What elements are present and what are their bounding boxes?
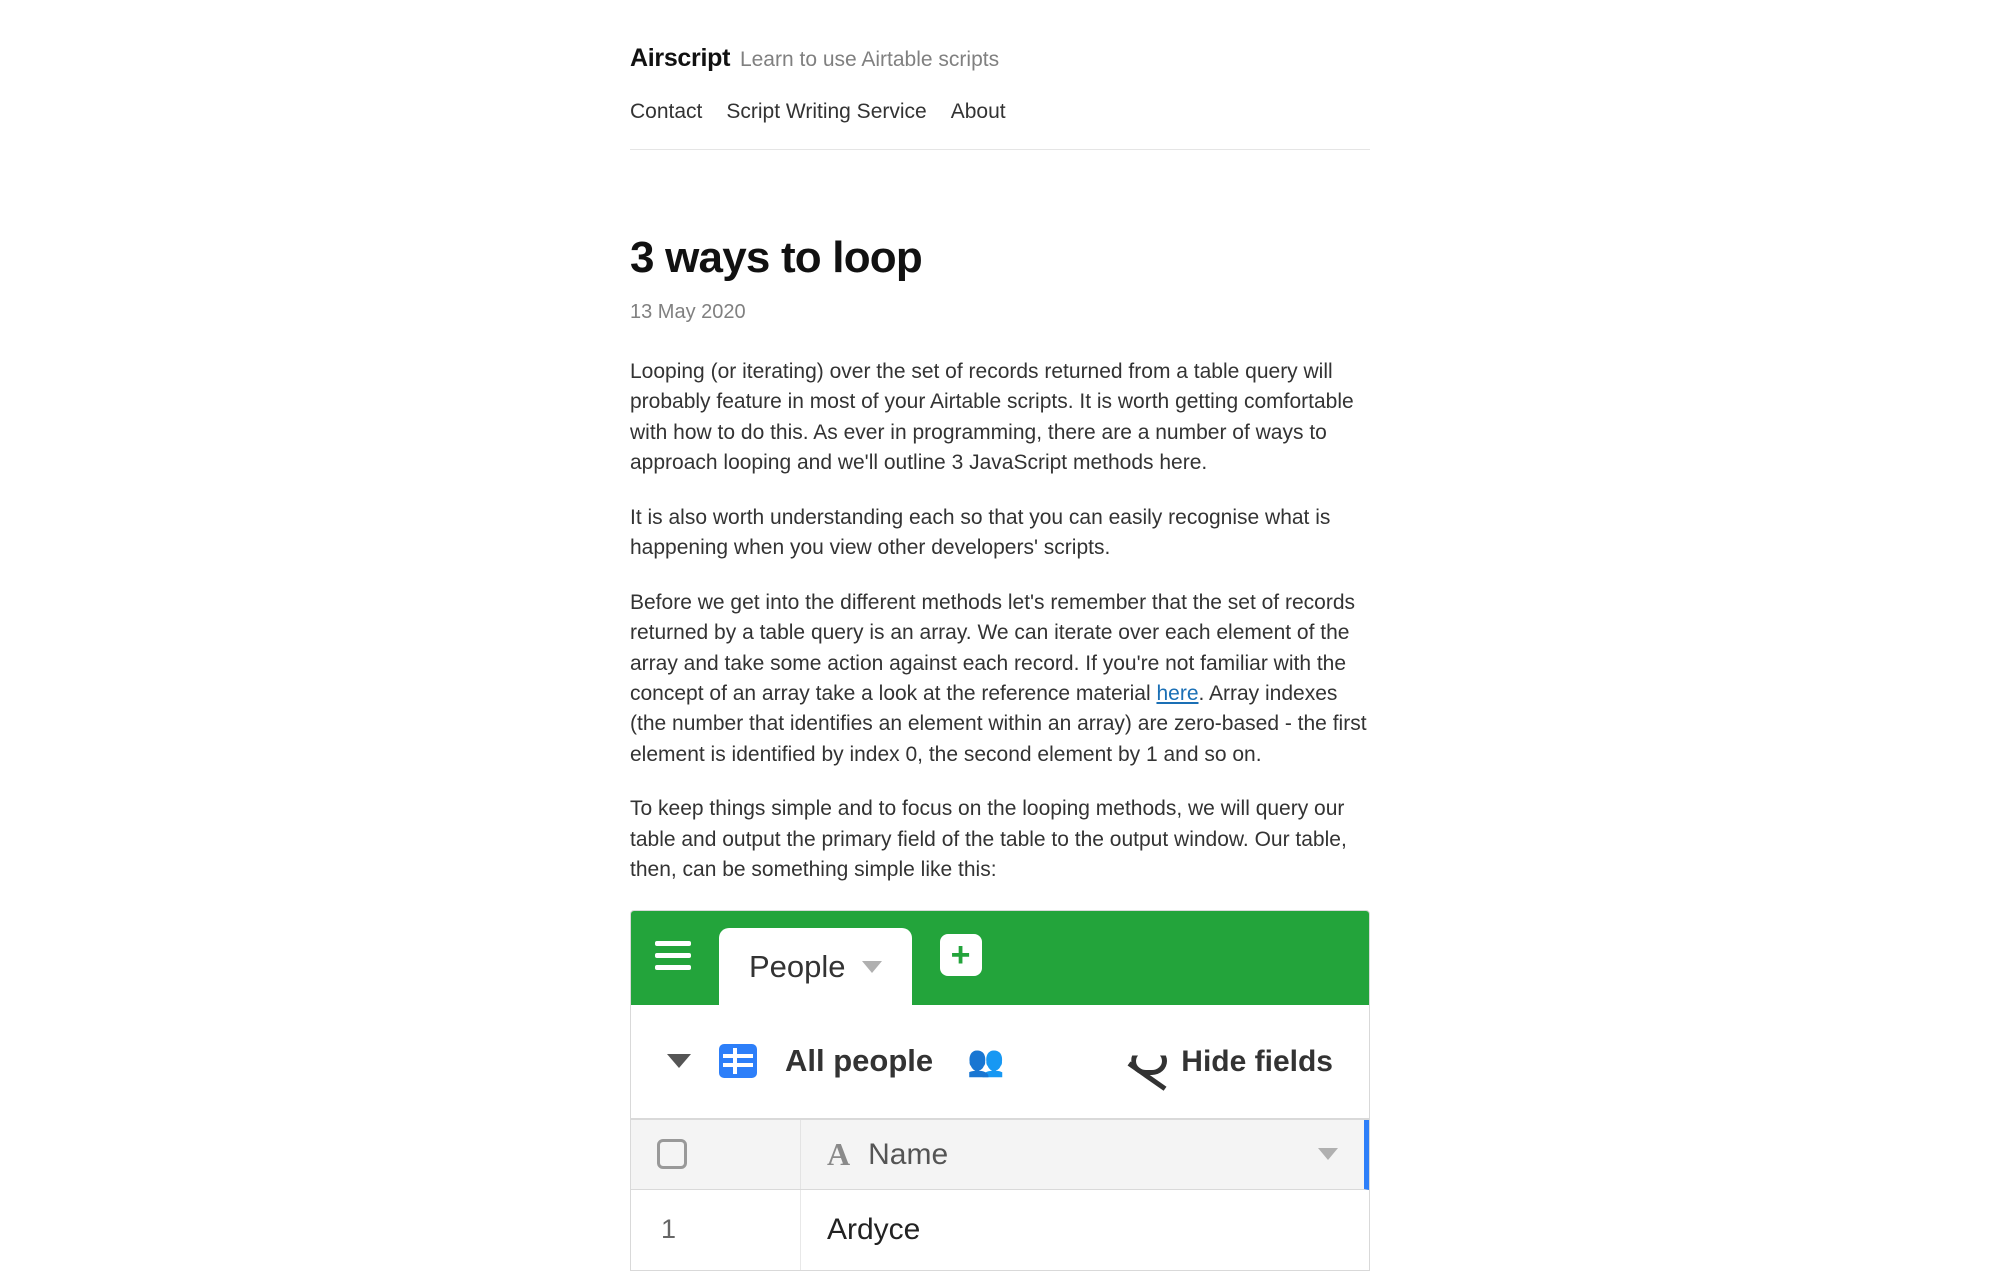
column-header-name[interactable]: A Name (801, 1120, 1364, 1189)
tab-people[interactable]: People (719, 928, 912, 1005)
airtable-screenshot: People + All people 👥 Hide fields (630, 910, 1370, 1271)
grid-view-icon (719, 1044, 757, 1078)
row-number: 1 (631, 1190, 801, 1270)
table-row[interactable]: 1 Ardyce (631, 1190, 1369, 1270)
article: 3 ways to loop 13 May 2020 Looping (or i… (630, 150, 1370, 1271)
view-name[interactable]: All people (785, 1038, 933, 1085)
reference-link[interactable]: here (1156, 682, 1198, 705)
airtable-toolbar: All people 👥 Hide fields (631, 1005, 1369, 1120)
tab-label: People (749, 944, 846, 991)
primary-nav: Contact Script Writing Service About (630, 96, 1370, 128)
column-label: Name (868, 1132, 948, 1177)
plus-icon: + (951, 938, 971, 972)
table-header-row: A Name (631, 1120, 1369, 1190)
eye-slash-icon (1131, 1047, 1167, 1075)
nav-about[interactable]: About (951, 96, 1006, 128)
post-date: 13 May 2020 (630, 297, 1370, 327)
nav-script-writing-service[interactable]: Script Writing Service (726, 96, 926, 128)
site-tagline: Learn to use Airtable scripts (740, 48, 999, 71)
select-all-cell[interactable] (631, 1120, 801, 1189)
column-menu-caret-icon (1318, 1148, 1338, 1160)
site-brand[interactable]: Airscript (630, 44, 730, 72)
paragraph-2: It is also worth understanding each so t… (630, 503, 1370, 564)
collaborators-icon[interactable]: 👥 (967, 1039, 1004, 1084)
hide-fields-button[interactable]: Hide fields (1131, 1039, 1333, 1084)
paragraph-1: Looping (or iterating) over the set of r… (630, 357, 1370, 479)
add-tab-button[interactable]: + (940, 934, 982, 976)
row-value: Ardyce (801, 1207, 1369, 1252)
chevron-down-icon (862, 961, 882, 973)
text-field-icon: A (827, 1130, 850, 1178)
nav-contact[interactable]: Contact (630, 96, 702, 128)
post-title: 3 ways to loop (630, 225, 1370, 291)
view-menu-caret-icon[interactable] (667, 1054, 691, 1068)
hamburger-icon[interactable] (655, 936, 695, 976)
site-header: Airscript Learn to use Airtable scripts … (630, 40, 1370, 150)
paragraph-4: To keep things simple and to focus on th… (630, 794, 1370, 885)
brand-line: Airscript Learn to use Airtable scripts (630, 40, 1370, 78)
hide-fields-label: Hide fields (1181, 1039, 1333, 1084)
paragraph-3: Before we get into the different methods… (630, 588, 1370, 771)
airtable-tabbar: People + (631, 911, 1369, 1005)
checkbox-icon (657, 1139, 687, 1169)
